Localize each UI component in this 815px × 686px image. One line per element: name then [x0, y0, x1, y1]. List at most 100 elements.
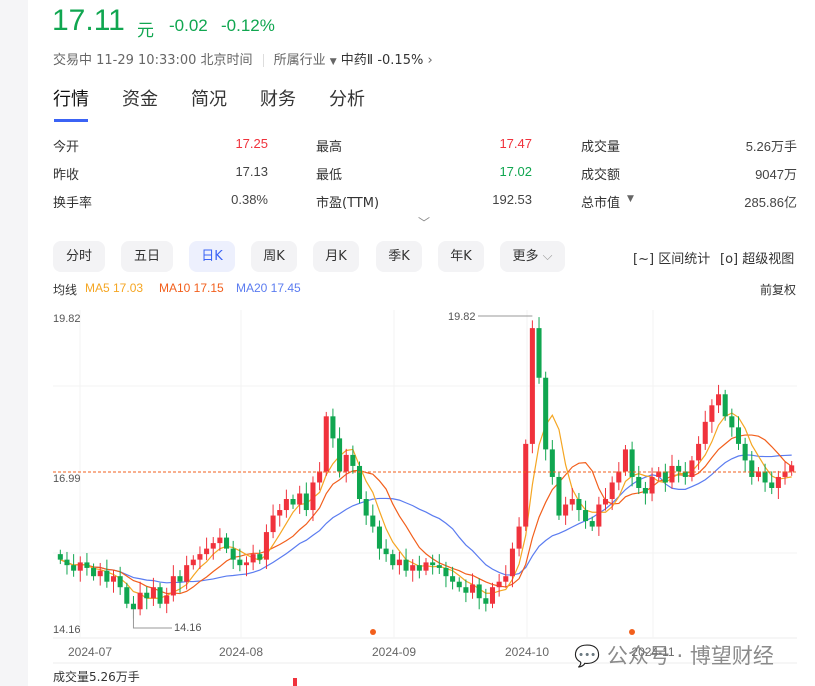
candle-body: [450, 576, 456, 582]
candle-body: [489, 587, 496, 604]
candle-body: [762, 471, 768, 483]
candle-body: [742, 443, 748, 461]
candle-body: [104, 570, 110, 582]
x-tick-label: 2024-09: [372, 645, 416, 659]
candle-body: [350, 454, 356, 466]
candle-body: [589, 521, 595, 527]
event-marker: [370, 629, 376, 635]
candle-body: [297, 493, 303, 505]
candle-body: [356, 465, 363, 500]
candle: [622, 444, 628, 476]
candle-body: [317, 471, 323, 483]
candle-body: [609, 482, 615, 500]
candle-body: [622, 449, 628, 472]
candle-body: [170, 576, 176, 596]
candle-body: [363, 499, 369, 516]
candle-body: [330, 416, 336, 439]
wechat-icon: 💬: [574, 644, 601, 668]
candle-body: [689, 460, 695, 477]
candle-body: [576, 499, 582, 511]
candle-body: [243, 562, 250, 566]
candle-body: [556, 476, 562, 516]
candle-body: [184, 565, 190, 582]
candle-body: [729, 416, 735, 428]
kline-chart[interactable]: 2024-07 2024-08 2024-09 2024-10 2024-1119.82…: [0, 0, 815, 686]
candle: [356, 461, 363, 504]
candle-body: [636, 476, 642, 488]
candle-body: [190, 559, 196, 566]
candle-body: [177, 576, 183, 582]
candle-body: [210, 543, 216, 549]
candle-body: [237, 559, 243, 566]
candle-body: [669, 465, 675, 483]
candle-body: [84, 562, 90, 568]
candle-body: [303, 493, 309, 511]
candle-body: [563, 504, 569, 516]
candle-body: [649, 476, 655, 494]
candle-body: [410, 565, 416, 571]
candle-body: [536, 328, 542, 378]
candle-body: [696, 443, 702, 461]
y-min-label: 14.16: [53, 624, 81, 636]
candle-body: [483, 598, 489, 604]
volume-label: 成交量5.26万手: [53, 670, 140, 684]
candle-body: [396, 559, 402, 566]
candle-body: [516, 526, 522, 549]
x-tick-label: 2024-08: [219, 645, 263, 659]
candle-body: [416, 565, 422, 571]
candle-body: [77, 562, 83, 571]
candle-body: [97, 570, 103, 577]
candle: [556, 472, 562, 520]
candle-body: [523, 443, 529, 527]
candle-body: [709, 405, 715, 422]
candle-body: [376, 526, 382, 549]
candle-body: [629, 449, 635, 477]
candle-body: [283, 499, 289, 511]
candle-body: [549, 449, 555, 477]
min-annotation: 14.16: [174, 622, 202, 634]
candle-body: [144, 592, 150, 599]
candle-body: [503, 576, 509, 582]
candle-body: [470, 584, 476, 593]
candle-body: [117, 576, 123, 588]
candle-body: [290, 499, 296, 505]
candle-body: [702, 421, 708, 444]
candle-body: [217, 537, 223, 544]
candle-body: [390, 554, 396, 566]
candle-body: [423, 562, 429, 571]
candle-body: [157, 587, 163, 604]
candle-body: [476, 584, 482, 599]
candle: [722, 389, 728, 421]
candle-body: [64, 559, 70, 566]
candle-body: [323, 416, 329, 472]
candle-body: [769, 482, 775, 488]
candle-body: [137, 592, 143, 610]
candle: [543, 371, 549, 461]
candle-body: [257, 554, 263, 560]
candle-body: [543, 377, 549, 450]
candle-body: [789, 465, 795, 472]
candle-body: [164, 595, 170, 604]
candle-body: [224, 537, 230, 549]
volume-bar: [293, 678, 297, 686]
candle-body: [197, 554, 203, 560]
event-marker: [629, 629, 635, 635]
candle-body: [749, 460, 755, 477]
candle: [323, 411, 329, 476]
candle-body: [343, 454, 349, 472]
candle-body: [277, 510, 283, 516]
candle-body: [642, 487, 648, 494]
candle-body: [71, 565, 77, 571]
candle-body: [735, 427, 742, 444]
candle-body: [383, 548, 389, 555]
candle-body: [403, 559, 409, 571]
y-max-label: 19.82: [53, 313, 81, 325]
candle-body: [110, 576, 117, 582]
watermark: 💬 公众号 · 博望财经: [574, 644, 774, 668]
candle-body: [676, 465, 682, 472]
candle-body: [602, 499, 609, 505]
candle: [529, 320, 535, 454]
candle-body: [370, 515, 376, 527]
candle-body: [337, 438, 343, 472]
candle-body: [430, 562, 436, 566]
